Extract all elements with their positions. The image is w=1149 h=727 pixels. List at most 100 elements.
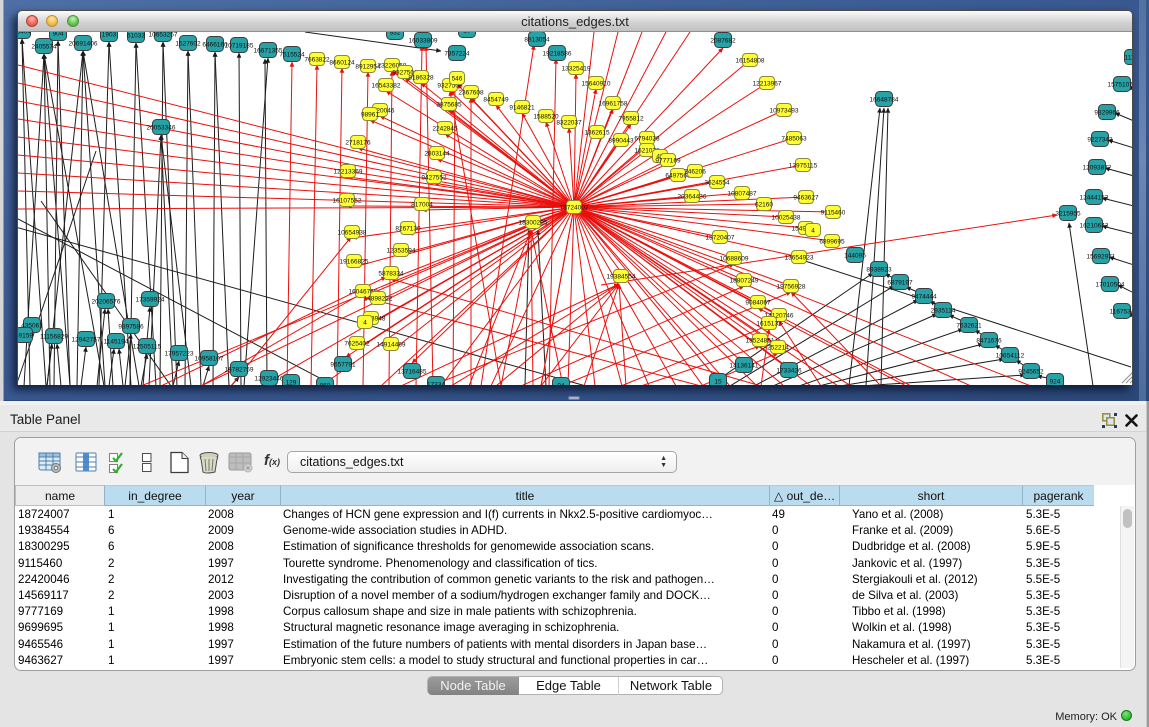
svg-text:11172: 11172 — [1124, 54, 1132, 61]
svg-text:9777169: 9777169 — [655, 157, 681, 164]
svg-text:546: 546 — [452, 75, 463, 82]
svg-text:12213369: 12213369 — [334, 168, 363, 175]
svg-text:3215955: 3215955 — [1055, 210, 1081, 217]
svg-text:16543382: 16543382 — [372, 82, 401, 89]
svg-text:10719185: 10719185 — [225, 42, 254, 49]
svg-text:15: 15 — [714, 378, 722, 385]
svg-text:15751074: 15751074 — [1108, 81, 1132, 88]
svg-text:6899695: 6899695 — [819, 238, 845, 245]
svg-text:13325419: 13325419 — [562, 65, 591, 72]
svg-text:16210643: 16210643 — [1080, 222, 1109, 229]
svg-text:12923446: 12923446 — [255, 375, 284, 382]
svg-text:8990443: 8990443 — [608, 137, 634, 144]
svg-text:9115460: 9115460 — [821, 209, 846, 216]
svg-text:12213967: 12213967 — [753, 80, 782, 87]
svg-text:13654923: 13654923 — [785, 254, 814, 261]
svg-text:904: 904 — [53, 32, 64, 37]
svg-text:16404: 16404 — [18, 32, 31, 35]
svg-text:10973493: 10973493 — [770, 107, 799, 114]
svg-text:16648784: 16648784 — [870, 96, 899, 103]
svg-text:1527602: 1527602 — [175, 40, 201, 47]
svg-text:20691406: 20691406 — [69, 40, 98, 47]
svg-text:9397586: 9397586 — [118, 323, 144, 330]
svg-text:9657791: 9657791 — [330, 361, 356, 368]
svg-text:2242845: 2242845 — [432, 125, 458, 132]
svg-text:1588520: 1588520 — [533, 113, 559, 120]
svg-text:1903: 1903 — [102, 32, 117, 38]
svg-text:9427552: 9427552 — [421, 174, 447, 181]
svg-text:19756928: 19756928 — [777, 283, 806, 290]
svg-text:12942757: 12942757 — [72, 336, 101, 343]
svg-text:817004: 817004 — [411, 201, 433, 208]
svg-text:7515524: 7515524 — [279, 51, 305, 58]
svg-text:1615132: 1615132 — [756, 320, 782, 327]
svg-text:17010504: 17010504 — [1096, 281, 1125, 288]
svg-text:7663822: 7663822 — [304, 56, 330, 63]
svg-text:6794028: 6794028 — [634, 135, 660, 142]
svg-text:15640910: 15640910 — [582, 80, 611, 87]
svg-text:7357224: 7357224 — [444, 50, 470, 57]
svg-text:20: 20 — [463, 32, 471, 34]
svg-text:12093872: 12093872 — [1083, 164, 1112, 171]
svg-text:98961: 98961 — [361, 111, 379, 118]
svg-text:20206576: 20206576 — [92, 298, 121, 305]
svg-text:10688609: 10688609 — [720, 255, 749, 262]
svg-text:1167534: 1167534 — [1110, 308, 1132, 315]
svg-text:1145194: 1145194 — [104, 338, 129, 345]
svg-text:4: 4 — [811, 227, 815, 234]
svg-text:16033809: 16033809 — [409, 37, 438, 44]
svg-text:2367608: 2367608 — [458, 89, 484, 96]
svg-text:7485063: 7485063 — [781, 135, 807, 142]
svg-text:8660124: 8660124 — [329, 59, 355, 66]
svg-text:932: 932 — [390, 32, 401, 36]
svg-text:10654112: 10654112 — [996, 352, 1025, 359]
svg-text:20364436: 20364436 — [678, 193, 707, 200]
svg-text:15692971: 15692971 — [1087, 253, 1116, 260]
svg-text:17957223: 17957223 — [165, 350, 194, 357]
svg-text:5878334: 5878334 — [378, 270, 404, 277]
svg-text:39159: 39159 — [18, 332, 33, 339]
svg-text:11156829: 11156829 — [40, 333, 68, 340]
svg-text:12505115: 12505115 — [133, 343, 162, 350]
svg-text:8938923: 8938923 — [866, 266, 892, 273]
svg-text:18300295: 18300295 — [519, 219, 548, 226]
svg-text:61033: 61033 — [127, 32, 145, 39]
svg-text:10025438: 10025438 — [772, 214, 801, 221]
svg-text:7632621: 7632621 — [956, 322, 982, 329]
svg-text:18724007: 18724007 — [560, 204, 589, 211]
svg-text:16154808: 16154808 — [736, 57, 765, 64]
svg-text:2935114: 2935114 — [931, 307, 956, 314]
svg-text:3624554: 3624554 — [704, 179, 730, 186]
svg-text:8454749: 8454749 — [483, 96, 509, 103]
svg-text:13716485: 13716485 — [398, 368, 427, 375]
svg-text:13975115: 13975115 — [789, 162, 818, 169]
svg-text:4: 4 — [363, 319, 367, 326]
svg-text:8471676: 8471676 — [976, 337, 1002, 344]
svg-text:144095: 144095 — [844, 252, 866, 259]
svg-text:12353594: 12353594 — [387, 247, 416, 254]
svg-text:20053346: 20053346 — [147, 124, 176, 131]
svg-text:10653257: 10653257 — [149, 32, 178, 38]
svg-text:8267130: 8267130 — [395, 225, 421, 232]
svg-text:924: 924 — [1050, 378, 1061, 385]
svg-text:2718176: 2718176 — [345, 139, 371, 146]
svg-text:16782759: 16782759 — [225, 366, 254, 373]
svg-text:9463627: 9463627 — [793, 194, 819, 201]
svg-text:9245652: 9245652 — [1018, 368, 1044, 375]
svg-text:14898222: 14898222 — [364, 295, 393, 302]
svg-text:18807249: 18807249 — [730, 277, 759, 284]
svg-text:62160: 62160 — [755, 201, 773, 208]
svg-text:8186328: 8186328 — [408, 74, 434, 81]
svg-text:17359924: 17359924 — [136, 296, 165, 303]
svg-text:6879197: 6879197 — [887, 279, 913, 286]
svg-text:16107552: 16107552 — [333, 197, 362, 204]
svg-text:746206: 746206 — [684, 168, 706, 175]
svg-text:2087682: 2087682 — [710, 37, 736, 44]
svg-text:9329966: 9329966 — [1094, 109, 1120, 116]
svg-text:9084067: 9084067 — [745, 299, 771, 306]
svg-text:3875685: 3875685 — [436, 101, 462, 108]
svg-text:19166825: 19166825 — [340, 258, 369, 265]
svg-text:12444153: 12444153 — [1080, 194, 1109, 201]
svg-text:2803144: 2803144 — [424, 150, 450, 157]
svg-text:9227343: 9227343 — [1087, 136, 1113, 143]
